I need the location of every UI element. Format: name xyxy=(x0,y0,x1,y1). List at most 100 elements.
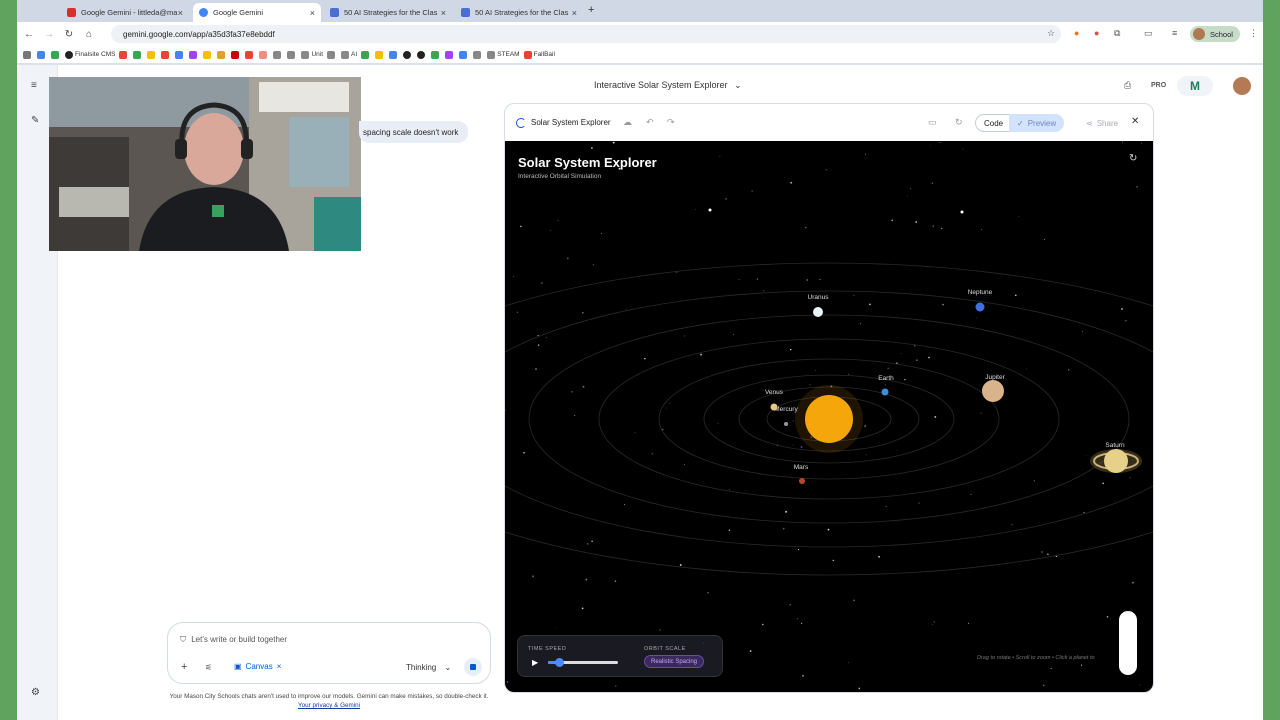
tab-gemini-mail[interactable]: Google Gemini - littleda@ma × xyxy=(61,3,189,22)
settings-icon[interactable]: ⚙ xyxy=(31,687,40,698)
bookmark-icon[interactable] xyxy=(119,50,129,59)
planet-jupiter xyxy=(982,380,1004,402)
slider-handle[interactable] xyxy=(554,658,564,667)
avatar[interactable] xyxy=(1233,77,1251,95)
reading-list-icon[interactable]: ≡ xyxy=(1172,28,1177,38)
privacy-link[interactable]: Your privacy & Gemini xyxy=(298,702,360,709)
bookmark-icon[interactable] xyxy=(403,50,413,59)
reset-view-icon[interactable]: ↻ xyxy=(1129,153,1137,164)
document-title[interactable]: Interactive Solar System Explorer ⌄ xyxy=(594,80,742,91)
bookmark-icon[interactable] xyxy=(161,50,171,59)
star xyxy=(970,494,972,495)
bookmark-unit[interactable]: Unit xyxy=(301,50,323,59)
close-icon[interactable]: ✕ xyxy=(1131,116,1139,127)
close-icon[interactable]: × xyxy=(277,662,282,671)
close-icon[interactable]: × xyxy=(178,8,183,18)
solar-system-simulation[interactable]: Mercury Venus Earth Mars Jupiter Saturn Uranus… xyxy=(505,141,1154,693)
bookmark-icon[interactable] xyxy=(175,50,185,59)
apps-icon[interactable] xyxy=(23,50,33,59)
bookmark-icon[interactable] xyxy=(203,50,213,59)
star-icon[interactable]: ☆ xyxy=(1047,28,1055,39)
preview-button[interactable]: ✓ Preview xyxy=(1009,114,1065,132)
tab-strategies-2[interactable]: 50 AI Strategies for the Clas × xyxy=(455,3,583,22)
extension-icon[interactable]: ● xyxy=(1094,28,1099,38)
bookmark-steam[interactable]: STEAM xyxy=(487,50,520,59)
close-icon[interactable]: × xyxy=(310,8,315,18)
home-icon[interactable]: ⌂ xyxy=(79,29,99,40)
undo-icon[interactable]: ↶ xyxy=(646,117,654,128)
organization-logo[interactable]: M xyxy=(1177,76,1213,96)
orbit-scale-toggle[interactable]: Realistic Spacing xyxy=(644,655,705,668)
bookmark-icon[interactable] xyxy=(51,50,61,59)
new-tab-button[interactable]: + xyxy=(588,4,594,16)
bookmark-icon[interactable] xyxy=(147,50,157,59)
bookmark-icon[interactable] xyxy=(189,50,199,59)
menu-icon[interactable]: ≡ xyxy=(31,80,37,91)
refresh-icon[interactable]: ↻ xyxy=(955,117,963,128)
bookmark-icon[interactable] xyxy=(431,50,441,59)
shield-icon: ⛉ xyxy=(180,635,186,644)
stop-button[interactable] xyxy=(464,658,482,676)
bookmark-icon[interactable] xyxy=(459,50,469,59)
canvas-chip[interactable]: ▣ Canvas × xyxy=(228,659,287,674)
gemini-icon xyxy=(199,8,208,17)
tools-icon[interactable]: ⚟ xyxy=(205,663,212,672)
play-icon[interactable]: ▶ xyxy=(532,658,538,667)
bookmark-icon[interactable] xyxy=(361,50,371,59)
cloud-icon[interactable]: ☁ xyxy=(623,117,632,128)
orbit-canvas[interactable]: Mercury Venus Earth Mars Jupiter Saturn Uranus… xyxy=(505,141,1154,693)
bookmark-icon[interactable] xyxy=(217,50,227,59)
redo-icon[interactable]: ↷ xyxy=(667,117,675,128)
composer-input[interactable]: ⛉ Let's write or build together xyxy=(180,635,287,645)
planet-label-neptune: Neptune xyxy=(968,289,993,296)
browser-toolbar: ← → ↻ ⌂ gemini.google.com/app/a35d3fa37e… xyxy=(17,22,1263,46)
print-icon[interactable]: ⎙ xyxy=(1124,80,1131,91)
star xyxy=(797,549,799,551)
time-speed-slider[interactable] xyxy=(548,658,618,667)
address-bar[interactable]: gemini.google.com/app/a35d3fa37e8ebddf xyxy=(111,25,1061,43)
model-selector[interactable]: Thinking ⌄ xyxy=(406,663,451,672)
forward-icon[interactable]: → xyxy=(39,29,59,40)
zoom-control[interactable] xyxy=(1119,611,1137,675)
close-icon[interactable]: × xyxy=(572,8,577,18)
chat-composer[interactable]: ⛉ Let's write or build together + ⚟ ▣ Ca… xyxy=(167,622,491,684)
bookmark-finalsite[interactable]: Finalsite CMS xyxy=(65,50,115,59)
tab-gemini[interactable]: Google Gemini × xyxy=(193,3,321,22)
bookmark-ai[interactable]: AI xyxy=(341,50,357,59)
doc-icon xyxy=(330,8,339,17)
star xyxy=(858,687,861,690)
bookmark-fallbail[interactable]: FallBail xyxy=(523,50,555,59)
profile-button[interactable]: School xyxy=(1190,26,1240,42)
folder-icon[interactable] xyxy=(287,50,297,59)
code-button[interactable]: Code xyxy=(975,114,1013,132)
close-icon[interactable]: × xyxy=(441,8,446,18)
back-icon[interactable]: ← xyxy=(19,29,39,40)
bookmark-icon[interactable] xyxy=(445,50,455,59)
bookmark-icon[interactable] xyxy=(417,50,427,59)
folder-icon[interactable] xyxy=(327,50,337,59)
star xyxy=(644,357,646,360)
folder-icon[interactable] xyxy=(273,50,283,59)
console-icon[interactable]: ▭ xyxy=(928,117,937,128)
sidepanel-icon[interactable]: ▭ xyxy=(1144,28,1153,39)
extension-icon[interactable]: ● xyxy=(1074,28,1079,38)
bookmark-icon[interactable] xyxy=(259,50,269,59)
bookmark-icon[interactable] xyxy=(133,50,143,59)
menu-icon[interactable]: ⋮ xyxy=(1249,28,1258,39)
tab-strategies-1[interactable]: 50 AI Strategies for the Clas × xyxy=(324,3,452,22)
bookmark-icon[interactable] xyxy=(473,50,483,59)
new-chat-icon[interactable]: ✎ xyxy=(31,115,39,126)
extensions-icon[interactable]: ⧉ xyxy=(1114,28,1120,39)
add-icon[interactable]: + xyxy=(181,661,187,673)
star xyxy=(1125,320,1127,322)
bookmark-icon[interactable] xyxy=(231,50,241,59)
star xyxy=(960,210,964,214)
bookmark-icon[interactable] xyxy=(245,50,255,59)
star xyxy=(887,367,889,369)
reload-icon[interactable]: ↻ xyxy=(59,29,79,40)
bookmark-icon[interactable] xyxy=(389,50,399,59)
bookmark-icon[interactable] xyxy=(37,50,47,59)
bookmark-icon[interactable] xyxy=(375,50,385,59)
share-button[interactable]: ⋖ Share xyxy=(1078,114,1126,132)
star xyxy=(679,564,682,566)
